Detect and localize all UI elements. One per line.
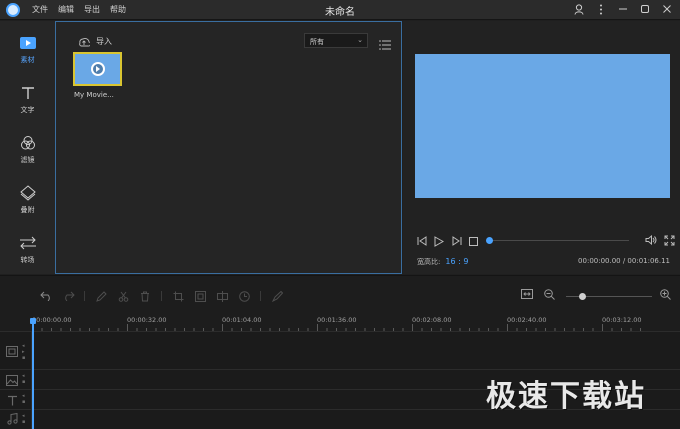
- fit-timeline-icon[interactable]: [520, 289, 534, 303]
- sidebar-item-label: 叠附: [20, 206, 35, 214]
- list-view-icon[interactable]: [379, 35, 391, 50]
- split-icon[interactable]: [214, 289, 230, 303]
- sidebar-item-transition[interactable]: 转场: [0, 235, 55, 265]
- timeline-ruler[interactable]: 00:00:00.00 00:00:32.00 00:01:04.00 00:0…: [0, 315, 680, 331]
- import-label: 导入: [96, 37, 112, 46]
- duration-clock-icon[interactable]: [236, 289, 252, 303]
- edit-tools: [38, 289, 291, 303]
- play-icon: [90, 62, 105, 76]
- audio-edit-icon[interactable]: [269, 289, 285, 303]
- undo-icon[interactable]: [38, 289, 54, 303]
- ruler-label: 00:00:00.00: [32, 316, 72, 324]
- playback-progress-handle[interactable]: [486, 237, 493, 244]
- maximize-icon[interactable]: [638, 2, 652, 16]
- tools-sidebar: 素材 文字 滤镜 叠附 转场: [0, 21, 55, 274]
- ruler-label: 00:01:04.00: [222, 316, 262, 324]
- playback-progress-track[interactable]: [489, 240, 629, 241]
- filter-value: 所有: [310, 38, 324, 46]
- ruler-ticks: [32, 324, 641, 331]
- playhead[interactable]: [32, 322, 34, 429]
- text-t-icon: [19, 85, 37, 101]
- toolbar-divider: [84, 291, 85, 301]
- ruler-label: 00:00:32.00: [127, 316, 167, 324]
- sidebar-item-label: 素材: [20, 56, 35, 64]
- play-icon[interactable]: [432, 235, 446, 247]
- timeline-zoom: [520, 289, 675, 303]
- video-track-icon: [5, 345, 19, 357]
- cut-scissors-icon[interactable]: [115, 289, 131, 303]
- edit-pencil-icon[interactable]: [93, 289, 109, 303]
- playback-controls: [415, 234, 676, 248]
- zoom-slider-handle[interactable]: [579, 293, 586, 300]
- sidebar-item-label: 滤镜: [20, 156, 35, 164]
- aspect-ratio-label: 宽高比:: [417, 258, 441, 266]
- text-track-icon: [5, 394, 19, 406]
- window-controls: [572, 2, 674, 16]
- watermark-text: 极速下载站: [486, 379, 646, 414]
- zoom-out-icon[interactable]: [542, 289, 556, 303]
- previous-frame-icon[interactable]: [415, 235, 429, 247]
- import-button[interactable]: 导入: [78, 36, 112, 47]
- preview-panel: 宽高比: 16 : 9 00:00:00.00 / 00:01:06.11: [403, 21, 680, 274]
- audio-track-toggles[interactable]: ◂ ▪: [22, 413, 25, 425]
- minimize-icon[interactable]: [616, 2, 630, 16]
- transition-arrows-icon: [19, 235, 37, 251]
- import-icon: [79, 37, 90, 46]
- user-icon[interactable]: [572, 2, 586, 16]
- volume-icon[interactable]: [644, 234, 658, 246]
- toolbar-divider: [161, 291, 162, 301]
- preview-screen: [415, 54, 670, 198]
- toolbar-divider: [260, 291, 261, 301]
- media-clip-label: My Movie...: [74, 91, 114, 99]
- aspect-ratio[interactable]: 宽高比: 16 : 9: [417, 257, 468, 267]
- sidebar-item-text[interactable]: 文字: [0, 85, 55, 115]
- more-options-icon[interactable]: [594, 2, 608, 16]
- sidebar-item-overlay[interactable]: 叠附: [0, 185, 55, 215]
- filter-circles-icon: [19, 135, 37, 151]
- overlay-diamond-icon: [19, 185, 37, 201]
- sidebar-item-label: 转场: [20, 256, 35, 264]
- next-frame-icon[interactable]: [449, 235, 463, 247]
- overlay-track-toggles[interactable]: ◂ ▪: [22, 373, 25, 385]
- app-window: 文件 编辑 导出 帮助 未命名 素材 文字 滤镜 叠附 转场 导入 所有 ⌄ M…: [0, 0, 680, 429]
- sidebar-item-label: 文字: [20, 106, 35, 114]
- sidebar-item-filter[interactable]: 滤镜: [0, 135, 55, 165]
- media-filter-select[interactable]: 所有 ⌄: [304, 33, 368, 48]
- ruler-label: 00:02:40.00: [507, 316, 547, 324]
- text-track-toggles[interactable]: ◂ ▪: [22, 393, 25, 405]
- crop-icon[interactable]: [170, 289, 186, 303]
- redo-icon[interactable]: [60, 289, 76, 303]
- timeline-toolbar: [0, 275, 680, 315]
- video-track-toggles[interactable]: ◂ ▸ ▪: [22, 343, 25, 361]
- video-track[interactable]: ◂ ▸ ▪: [0, 331, 680, 369]
- media-panel: 导入 所有 ⌄ My Movie...: [55, 21, 402, 274]
- stop-icon[interactable]: [466, 235, 480, 247]
- mosaic-icon[interactable]: [192, 289, 208, 303]
- ruler-label: 00:02:08.00: [412, 316, 452, 324]
- close-icon[interactable]: [660, 2, 674, 16]
- chevron-down-icon: ⌄: [357, 36, 363, 44]
- zoom-in-icon[interactable]: [658, 289, 672, 303]
- music-note-icon: [5, 413, 19, 425]
- fullscreen-icon[interactable]: [662, 234, 676, 246]
- media-play-icon: [19, 35, 37, 51]
- image-track-icon: [5, 374, 19, 386]
- ruler-label: 00:03:12.00: [602, 316, 642, 324]
- ruler-label: 00:01:36.00: [317, 316, 357, 324]
- timecode-readout: 00:00:00.00 / 00:01:06.11: [578, 257, 670, 265]
- delete-trash-icon[interactable]: [137, 289, 153, 303]
- media-clip-thumbnail[interactable]: [73, 52, 122, 86]
- sidebar-item-media[interactable]: 素材: [0, 35, 55, 65]
- aspect-ratio-value: 16 : 9: [445, 257, 469, 266]
- title-bar: 文件 编辑 导出 帮助 未命名: [0, 0, 680, 20]
